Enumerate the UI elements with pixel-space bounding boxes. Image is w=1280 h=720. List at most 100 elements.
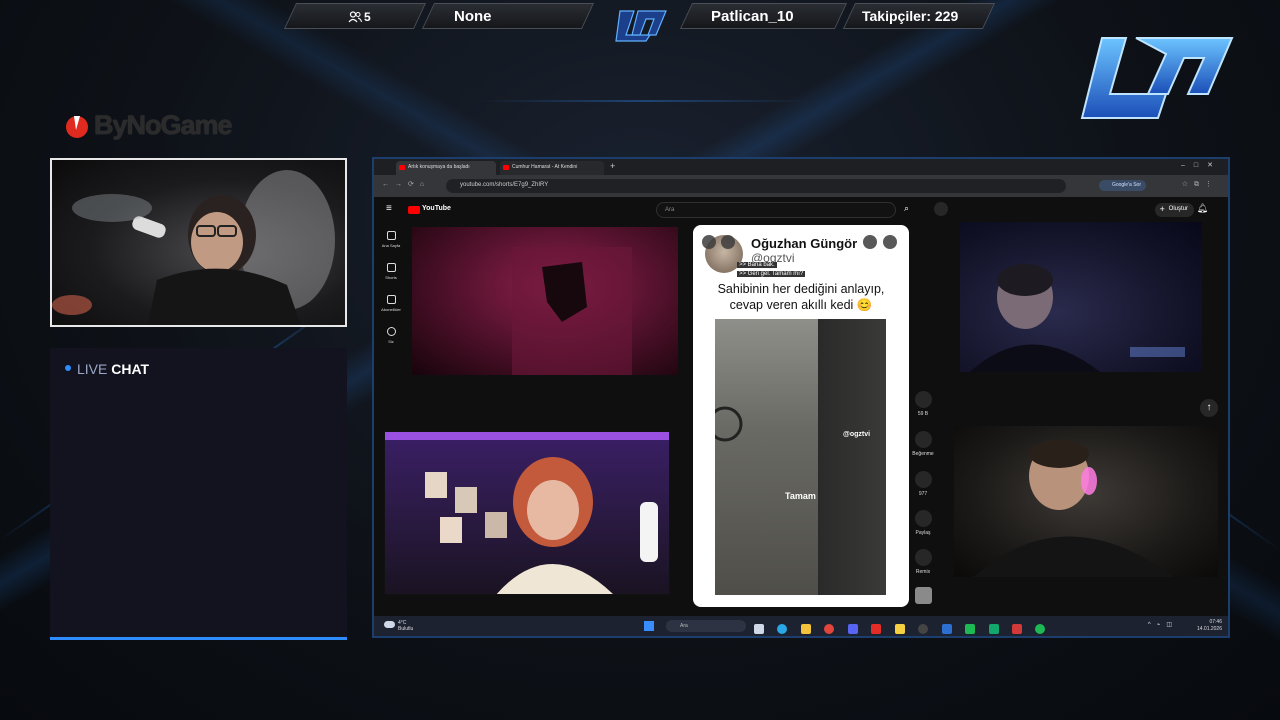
guest-cam-3 — [960, 222, 1202, 372]
sound-thumbnail[interactable] — [908, 587, 938, 607]
system-tray-icon[interactable]: ^⌁◫ — [1148, 621, 1178, 628]
chat-label: CHAT — [111, 361, 150, 377]
dislike-button[interactable]: Beğenme — [908, 431, 938, 457]
create-button[interactable]: + Oluştur — [1154, 203, 1194, 217]
app-icon[interactable] — [871, 624, 882, 634]
notifications-icon[interactable]: 🔔︎ — [1197, 203, 1208, 214]
like-button[interactable]: 59 B — [908, 391, 938, 417]
bynogame-logo-icon — [66, 116, 88, 138]
video-overlay-text: Tamam — [785, 491, 816, 501]
app-icon[interactable] — [941, 624, 952, 634]
volume-icon[interactable] — [721, 235, 735, 249]
tab-title: Cumhur Hamarat - At Kendini — [512, 164, 578, 170]
top-status-bar: 5 None Patlican_10 Takipçiler: 229 — [282, 3, 998, 42]
window-controls-icon[interactable]: –□✕ — [1181, 161, 1222, 169]
guest-cam-4 — [954, 426, 1218, 577]
comment-button[interactable]: 977 — [908, 471, 938, 497]
youtube-play-icon — [408, 206, 420, 214]
short-video-card[interactable]: Oğuzhan Güngör @ogztvi >> Bana bak. >> G… — [693, 225, 909, 607]
browser-tab[interactable]: Artık konuşmaya da başladı — [396, 161, 496, 175]
spotify-icon[interactable] — [1035, 624, 1046, 634]
cloud-icon — [384, 621, 395, 628]
guest-cam-1 — [412, 227, 678, 375]
google-sor-button[interactable]: Google'a Sor — [1098, 180, 1146, 191]
scroll-up-button[interactable]: ↑ — [1200, 399, 1218, 417]
action-label: Beğenme — [912, 451, 934, 457]
cam-scene — [412, 227, 678, 375]
url-input[interactable]: youtube.com/shorts/E7g9_ZhIRY — [446, 179, 1066, 193]
channel-logo-icon — [1080, 37, 1234, 119]
obs-icon[interactable] — [918, 624, 929, 634]
sidebar-label: Ana Sayfa — [381, 243, 401, 248]
streamer-webcam — [50, 158, 347, 327]
share-icon — [914, 510, 932, 527]
windows-taskbar: 4°C Bulutlu Ara ^⌁◫ 07:46 14.01.2026 — [374, 616, 1228, 636]
weather-text: Bulutlu — [398, 626, 414, 632]
start-icon[interactable] — [644, 621, 654, 631]
channel-name[interactable]: Oğuzhan Güngör — [751, 236, 857, 251]
fullscreen-icon[interactable] — [883, 235, 897, 249]
chrome-icon[interactable] — [824, 624, 835, 634]
microphone-icon[interactable] — [934, 202, 948, 216]
like-icon — [914, 391, 932, 408]
chat-title: LIVE CHAT — [77, 361, 149, 377]
comment-icon — [914, 471, 932, 488]
pause-icon[interactable] — [702, 235, 716, 249]
browser-extensions-icon[interactable]: ☆⧉⋮ — [1182, 180, 1218, 189]
app-icon[interactable] — [894, 624, 905, 634]
sidebar-label: Abonelikler — [381, 307, 401, 312]
video-watermark: @ogztvi — [843, 431, 871, 438]
taskbar-apps — [754, 621, 1054, 636]
sidebar-item-you[interactable]: Siz — [374, 327, 408, 344]
nav-buttons-icon[interactable]: ←→⟳⌂ — [382, 180, 430, 188]
taskbar-clock[interactable]: 07:46 14.01.2026 — [1197, 619, 1222, 633]
youtube-logo-text: YouTube — [422, 205, 451, 212]
edge-icon[interactable] — [777, 624, 788, 634]
search-icon[interactable]: ⌕ — [904, 203, 909, 214]
browser-tab[interactable]: Cumhur Hamarat - At Kendini — [500, 161, 604, 175]
more-options-icon[interactable] — [863, 235, 877, 249]
youtube-logo[interactable]: YouTube — [408, 205, 451, 214]
weather-widget[interactable]: 4°C Bulutlu — [384, 620, 413, 632]
live-dot-icon — [65, 365, 71, 371]
latest-follower: Patlican_10 — [711, 8, 794, 25]
sidebar-label: Shorts — [385, 275, 397, 280]
app-icon[interactable] — [988, 624, 999, 634]
discord-icon[interactable] — [847, 624, 858, 634]
app-icon[interactable] — [965, 624, 976, 634]
time: 07:46 — [1209, 619, 1222, 625]
cam-scene — [974, 440, 1174, 577]
app-icon[interactable] — [1011, 624, 1022, 634]
user-icon — [386, 327, 396, 336]
live-chat-panel: LIVE CHAT — [50, 348, 347, 640]
video-subtitle: >> Bana bak. — [737, 262, 777, 268]
home-icon — [386, 231, 396, 240]
game-name: None — [454, 8, 492, 25]
action-label: Remix — [915, 569, 931, 575]
viewers-count: 5 — [364, 10, 371, 24]
remix-button[interactable]: Remix — [908, 549, 938, 575]
screen-share: Artık konuşmaya da başladı Cumhur Hamara… — [372, 157, 1230, 638]
youtube-favicon-icon — [503, 165, 509, 170]
action-label: 977 — [918, 491, 928, 497]
menu-icon[interactable]: ≡ — [386, 203, 392, 214]
taskbar-search[interactable]: Ara — [666, 620, 746, 632]
sidebar-item-home[interactable]: Ana Sayfa — [374, 231, 408, 248]
sidebar-item-subscriptions[interactable]: Abonelikler — [374, 295, 408, 312]
sidebar-label: Siz — [388, 339, 394, 344]
video-subtitle: >> Geri gel. Tamam mı? — [737, 271, 806, 277]
file-explorer-icon[interactable] — [800, 624, 811, 634]
shorts-icon — [386, 263, 396, 272]
new-tab-icon[interactable]: + — [610, 161, 615, 171]
date: 14.01.2026 — [1196, 626, 1222, 632]
youtube-search-input[interactable]: Ara — [656, 202, 896, 218]
video-door — [818, 319, 886, 595]
sidebar-item-shorts[interactable]: Shorts — [374, 263, 408, 280]
video-frame[interactable]: @ogztvi Tamam — [715, 319, 886, 595]
browser-tab-strip: Artık konuşmaya da başladı Cumhur Hamara… — [374, 159, 1228, 175]
task-view-icon[interactable] — [754, 624, 764, 634]
action-label: 59 B — [917, 411, 929, 417]
youtube-favicon-icon — [399, 165, 405, 170]
followers-count: Takipçiler: 229 — [862, 8, 959, 24]
share-button[interactable]: Paylaş — [908, 510, 938, 536]
